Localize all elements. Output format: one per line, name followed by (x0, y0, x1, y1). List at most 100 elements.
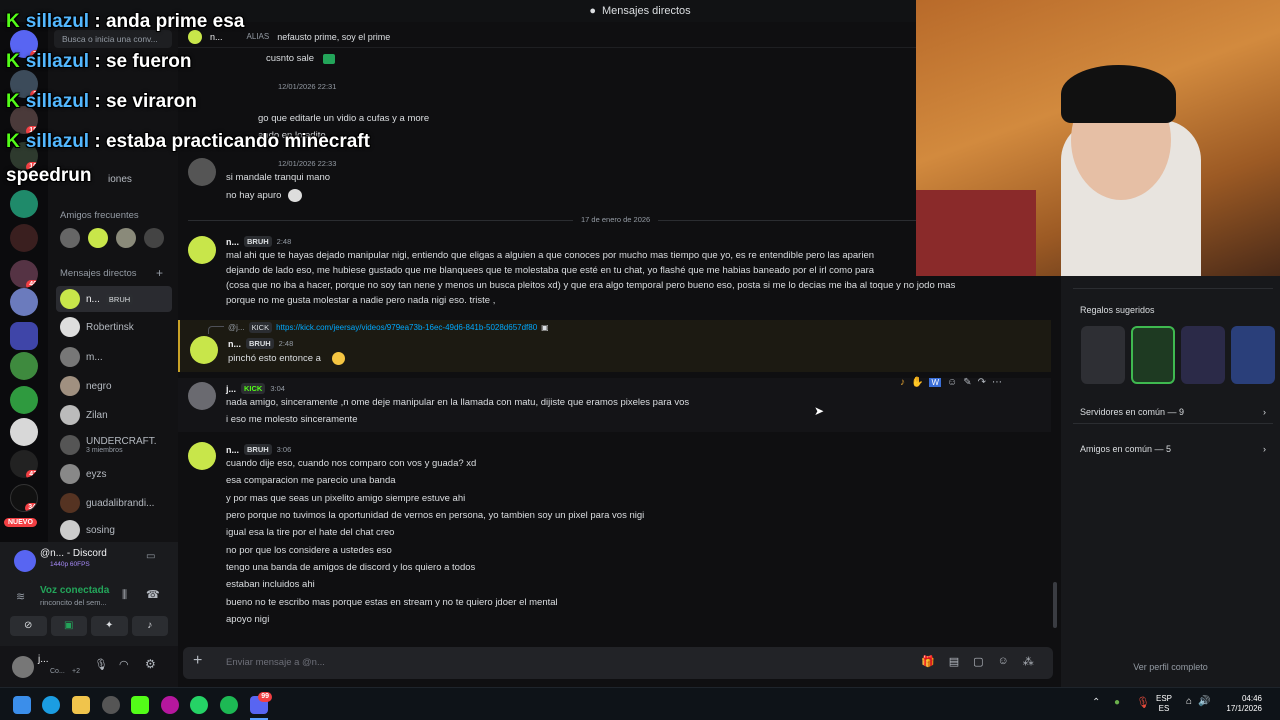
server-icon[interactable] (10, 352, 38, 380)
server-icon[interactable] (10, 224, 38, 252)
forward-icon[interactable]: ↷ (978, 377, 986, 388)
file-explorer-icon[interactable] (72, 696, 90, 714)
dm-item[interactable]: Robertinsk (56, 314, 172, 340)
chevron-right-icon: › (1263, 444, 1266, 454)
dm-item[interactable]: n... BRUH (56, 286, 172, 312)
voice-channel[interactable]: rinconcito del sem... (40, 598, 107, 607)
author-name[interactable]: n... (226, 445, 239, 455)
notification-badge: 99 (258, 692, 272, 702)
reply-preview[interactable]: @j... KICK https://kick.com/jeersay/vide… (228, 322, 549, 333)
reaction-w-icon[interactable]: W (929, 377, 942, 387)
server-icon[interactable]: 40 (10, 260, 38, 288)
member-count: 3 miembros (86, 447, 123, 454)
lang-code: ESP (1156, 694, 1173, 703)
server-icon[interactable]: 43 (10, 450, 38, 478)
windows-start-icon[interactable] (13, 696, 31, 714)
kick-icon[interactable] (131, 696, 149, 714)
dm-item[interactable]: Zilan (56, 402, 172, 428)
author-name[interactable]: j... (226, 384, 236, 394)
tray-app-icon[interactable]: ● (1114, 697, 1120, 708)
user-avatar[interactable] (190, 336, 218, 364)
camera-off-icon[interactable]: ⊘ (10, 616, 47, 636)
dm-item[interactable]: m... (56, 344, 172, 370)
voice-controls: ⊘ ▣ ✦ ♪ (10, 616, 168, 636)
screen-icon[interactable]: ▭ (146, 551, 155, 562)
dm-name: UNDERCRAFT. (86, 436, 157, 447)
author-name[interactable]: n... (228, 339, 241, 349)
mouse-cursor-icon: ➤ (814, 404, 825, 418)
gift-card[interactable] (1081, 326, 1125, 384)
reaction-fire-icon[interactable]: ✋ (911, 377, 923, 388)
add-attachment-icon[interactable]: + (193, 652, 202, 670)
tray-status[interactable]: ⌂ 🔊 (1186, 696, 1211, 707)
message-timestamp: 3:04 (270, 384, 285, 393)
folder-icon[interactable] (10, 322, 38, 350)
avatar[interactable] (88, 228, 108, 248)
emoji-icon[interactable]: ☺ (998, 655, 1009, 668)
server-icon[interactable] (10, 418, 38, 446)
add-dm-icon[interactable]: + (156, 266, 163, 280)
soundboard-icon[interactable]: ♪ (131, 616, 168, 636)
noise-suppression-icon[interactable]: ⫼ (122, 589, 127, 602)
canva-icon[interactable] (161, 696, 179, 714)
screenshare-icon[interactable]: ▣ (50, 616, 87, 636)
settings-gear-icon[interactable]: ⚙ (145, 657, 156, 671)
clan-tag: BRUH (244, 236, 272, 247)
edit-icon[interactable]: ✎ (963, 377, 971, 388)
server-icon[interactable] (10, 386, 38, 414)
mutual-servers-row[interactable]: Servidores en común — 9 › (1073, 400, 1273, 424)
server-icon[interactable]: 34 (10, 484, 38, 512)
tray-chevron-icon[interactable]: ⌃ (1092, 697, 1100, 708)
disconnect-icon[interactable]: ☎ (146, 588, 160, 601)
overlay-username: sillazul (25, 131, 90, 152)
headphones-icon[interactable]: ◠ (119, 658, 129, 671)
user-avatar[interactable] (188, 382, 216, 410)
view-full-profile-link[interactable]: Ver perfil completo (1061, 662, 1280, 672)
gift-card[interactable] (1231, 326, 1275, 384)
avatar[interactable] (116, 228, 136, 248)
clock[interactable]: 04:46 17/1/2026 (1218, 694, 1262, 714)
gift-icon[interactable]: 🎁 (921, 655, 935, 668)
avatar[interactable] (60, 228, 80, 248)
clock-date: 17/1/2026 (1226, 704, 1262, 713)
group-avatar (60, 435, 80, 455)
apps-icon[interactable]: ⁂ (1023, 655, 1034, 668)
dm-item[interactable]: eyzs (56, 461, 172, 487)
sticker-icon[interactable]: ▢ (973, 655, 983, 668)
network-icon: ⌂ (1186, 696, 1193, 707)
overlay-message: : se fueron (94, 51, 192, 72)
server-icon[interactable] (10, 190, 38, 218)
obs-icon[interactable] (102, 696, 120, 714)
clock-time: 04:46 (1241, 694, 1262, 703)
avatar[interactable] (144, 228, 164, 248)
kick-badge-icon: K (6, 91, 20, 112)
spotify-icon[interactable] (220, 696, 238, 714)
dm-item[interactable]: sosing (56, 519, 172, 541)
user-avatar[interactable] (188, 442, 216, 470)
dm-item[interactable]: UNDERCRAFT. 3 miembros (56, 430, 172, 460)
gift-card[interactable] (1131, 326, 1175, 384)
edge-icon[interactable] (42, 696, 60, 714)
mutual-friends-row[interactable]: Amigos en común — 5 › (1073, 437, 1273, 461)
dm-item[interactable]: guadalibrandi... (56, 490, 172, 516)
reply-link[interactable]: https://kick.com/jeersay/videos/979ea73b… (276, 323, 537, 332)
message-group-hovered: j... KICK 3:04 nada amigo, sinceramente … (178, 377, 1051, 432)
message-input[interactable]: Enviar mensaje a @n... (226, 657, 325, 668)
whatsapp-icon[interactable] (190, 696, 208, 714)
gift-card[interactable] (1181, 326, 1225, 384)
server-icon[interactable] (10, 288, 38, 316)
tray-mic-icon[interactable]: 🎙 (1136, 696, 1150, 709)
reaction-guitar-icon[interactable]: ♪ (900, 377, 905, 388)
scrollbar-thumb[interactable] (1053, 582, 1057, 628)
add-reaction-icon[interactable]: ☺ (947, 377, 957, 388)
gif-icon[interactable]: ▤ (949, 655, 959, 668)
language-indicator[interactable]: ESP ES (1156, 694, 1172, 714)
user-avatar[interactable] (188, 236, 216, 264)
author-name[interactable]: n... (226, 237, 239, 247)
activities-icon[interactable]: ✦ (91, 616, 128, 636)
discord-taskbar-icon[interactable]: 99 (250, 692, 272, 714)
mic-icon[interactable]: 🎙 (94, 658, 108, 671)
user-avatar[interactable] (12, 656, 34, 678)
dm-item[interactable]: negro (56, 373, 172, 399)
more-icon[interactable]: ⋯ (992, 377, 1002, 388)
